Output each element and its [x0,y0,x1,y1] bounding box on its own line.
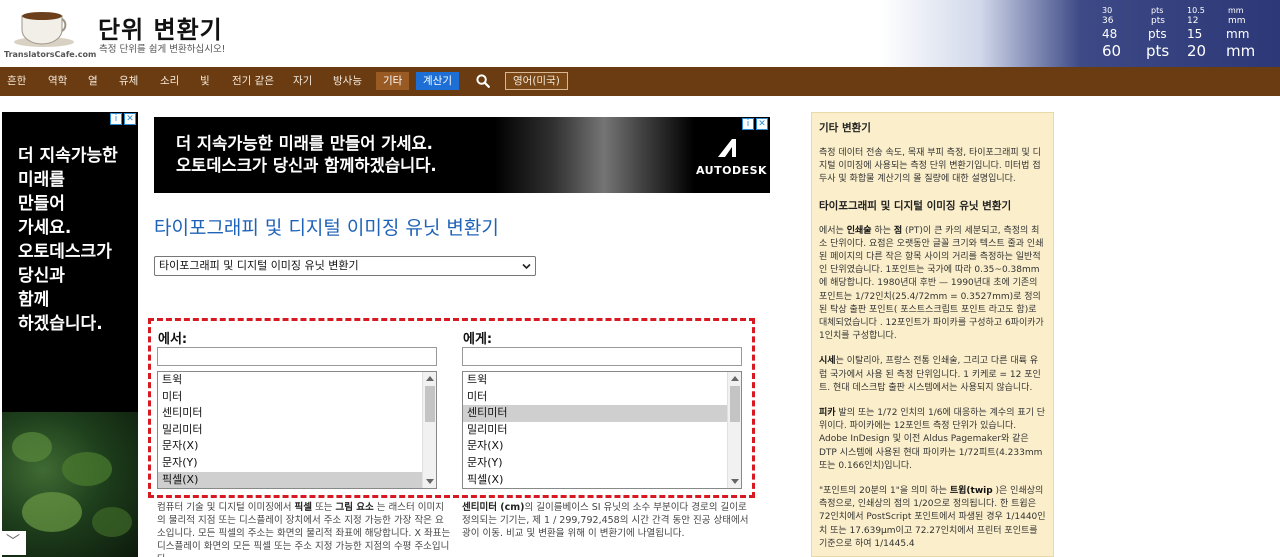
ad-car-image [494,117,694,193]
scroll-down-icon[interactable] [426,479,434,484]
header-ruler-graphic: 30 36 48 60 pts pts pts pts 10.5 12 15 2… [880,0,1280,67]
from-label: 에서: [158,332,188,347]
from-unit-option[interactable]: 문자(X) [158,438,436,455]
search-icon[interactable] [476,74,490,88]
category-select-value: 타이포그래피 및 디지털 이미징 유닛 변환기 [159,259,359,272]
to-unit-option[interactable]: 픽셀(X) [463,472,741,488]
ad-choices[interactable]: i ✕ [742,118,768,130]
top-ad-text: 더 지속가능한 미래를 만들어 가세요. 오토데스크가 당신과 함께하겠습니다. [176,134,437,175]
to-unit-option[interactable]: 밀리미터 [463,422,741,439]
ruler-mm-label: mm [1226,27,1250,41]
ruler-pts-label: pts [1151,16,1165,26]
sidebar-heading: 타이포그래피 및 디지털 이미징 유닛 변환기 [819,199,1012,212]
left-ad-text: 더 지속가능한 미래를 만들어 가세요. 오토데스크가 당신과 함께 하겠습니다… [18,146,118,334]
nav-item-fluids[interactable]: 유체 [119,73,138,88]
from-unit-option[interactable]: 문자(Y) [158,455,436,472]
nav-item-calculator[interactable]: 계산기 [416,72,459,90]
site-logo[interactable]: TranslatorsCafe.com [4,4,96,62]
scrollbar-thumb[interactable] [425,386,435,422]
ad-choices[interactable]: i ✕ [110,113,136,125]
nav-item-radiation[interactable]: 방사능 [333,73,362,88]
ruler-mm-label: mm [1228,6,1244,15]
info-icon[interactable]: i [742,118,754,130]
ruler-pts-value: 60 [1102,42,1122,60]
ruler-mm-value: 12 [1187,16,1199,26]
site-header: TranslatorsCafe.com 단위 변환기 측정 단위를 쉽게 변환하… [0,0,1280,67]
nav-item-sound[interactable]: 소리 [160,73,179,88]
autodesk-wordmark: AUTODESK [696,164,768,177]
language-selector[interactable]: 영어(미국) [505,72,568,90]
from-unit-option[interactable]: 센티미터 [158,405,436,422]
ruler-mm-label: mm [1228,16,1246,26]
from-unit-option-selected[interactable]: 픽셀(X) [158,471,436,488]
sidebar-paragraph: 에서는 인쇄술 하는 점 (PT)이 큰 카의 세분되고, 측정의 최소 단위이… [819,225,1044,342]
ruler-mm-value: 10.5 [1187,6,1205,15]
to-unit-description: 센티미터 (cm)의 길이를베이스 SI 유닛의 소수 부분이다 경로의 길이로… [462,502,749,539]
ruler-mm-label: mm [1226,42,1256,60]
ruler-pts-value: 36 [1102,16,1114,26]
page-title: 타이포그래피 및 디지털 이미징 유닛 변환기 [154,217,499,239]
nav-item-mechanics[interactable]: 역학 [48,73,67,88]
ruler-pts-label: pts [1148,27,1167,41]
site-subtitle: 측정 단위를 쉽게 변환하십시오! [99,44,226,55]
close-icon[interactable]: ✕ [124,113,136,125]
from-unit-list[interactable]: 트윅 미터 센티미터 밀리미터 문자(X) 문자(Y) 픽셀(X) [157,371,437,489]
info-sidebar: 기타 변환기 측정 데이터 전송 속도, 목재 부피 측정, 타이포그래피 및 … [811,112,1054,557]
sidebar-heading: 기타 변환기 [819,122,871,134]
sidebar-paragraph: 시세는 이탈리아, 프랑스 전통 인쇄술, 그리고 다른 대륙 유럽 국가에서 … [819,356,1041,393]
to-unit-option[interactable]: 문자(Y) [463,455,741,472]
to-list-scrollbar[interactable] [727,372,741,488]
left-ad-banner[interactable]: 더 지속가능한 미래를 만들어 가세요. 오토데스크가 당신과 함께 하겠습니다… [2,112,138,557]
to-unit-list[interactable]: 트윅 미터 센티미터 밀리미터 문자(X) 문자(Y) 픽셀(X) [462,371,742,489]
nav-item-electricity[interactable]: 전기 같은 [232,73,274,88]
ruler-pts-value: 48 [1102,27,1118,41]
autodesk-logo: AUTODESK [696,137,767,177]
top-ad-banner[interactable]: 더 지속가능한 미래를 만들어 가세요. 오토데스크가 당신과 함께하겠습니다.… [154,117,770,193]
converter-category-select[interactable]: 타이포그래피 및 디지털 이미징 유닛 변환기 [154,256,536,276]
ruler-pts-value: 30 [1102,6,1113,15]
nav-item-other[interactable]: 기타 [376,72,410,90]
from-list-scrollbar[interactable] [422,372,436,488]
nav-item-heat[interactable]: 열 [88,73,98,88]
sidebar-paragraph: 피카 발의 또는 1/72 인치의 1/6에 대응하는 계수의 표기 단위이다.… [819,408,1046,471]
ruler-mm-value: 20 [1187,42,1207,60]
nav-item-common[interactable]: 흔한 [7,73,26,88]
autodesk-mark-icon [718,139,736,157]
from-unit-option[interactable]: 트윅 [158,372,436,389]
close-icon[interactable]: ✕ [756,118,768,130]
to-label: 에게: [463,332,493,347]
sidebar-paragraph: 측정 데이터 전송 속도, 목재 부피 측정, 타이포그래피 및 디지털 이미징… [819,148,1041,185]
to-unit-option[interactable]: 미터 [463,389,741,406]
from-filter-input[interactable] [157,347,437,366]
from-unit-description: 컴퓨터 기술 및 디지털 이미징에서 픽셀 또는 그림 요소 는 래스터 이미지… [157,502,451,557]
nav-item-magnetism[interactable]: 자기 [293,73,312,88]
scroll-up-icon[interactable] [731,376,739,381]
to-unit-option[interactable]: 트윅 [463,372,741,389]
scroll-up-icon[interactable] [426,376,434,381]
ruler-pts-label: pts [1146,42,1170,60]
from-unit-option[interactable]: 밀리미터 [158,422,436,439]
page: TranslatorsCafe.com 단위 변환기 측정 단위를 쉽게 변환하… [0,0,1280,557]
to-filter-input[interactable] [462,347,742,366]
coffee-cup-icon [14,12,74,47]
logo-brand-text: TranslatorsCafe.com [4,50,97,59]
ruler-mm-value: 15 [1187,27,1203,41]
scroll-down-icon[interactable] [731,479,739,484]
chevron-down-icon[interactable]: ﹀ [0,531,26,555]
info-icon[interactable]: i [110,113,122,125]
sidebar-paragraph: "포인트의 20분의 1"을 의미 하는 트윕(twip )은 인쇄상의 측정으… [819,486,1046,549]
nav-item-light[interactable]: 빛 [200,73,210,88]
chevron-down-icon [522,263,531,270]
to-unit-option[interactable]: 문자(X) [463,438,741,455]
to-unit-option-selected[interactable]: 센티미터 [463,405,741,422]
site-title: 단위 변환기 [98,16,223,44]
main-nav: 흔한 역학 열 유체 소리 빛 전기 같은 자기 방사능 기타 계산기 영어(미… [0,67,1280,96]
scrollbar-thumb[interactable] [730,386,740,422]
ruler-pts-label: pts [1151,6,1164,15]
from-unit-option[interactable]: 미터 [158,389,436,406]
